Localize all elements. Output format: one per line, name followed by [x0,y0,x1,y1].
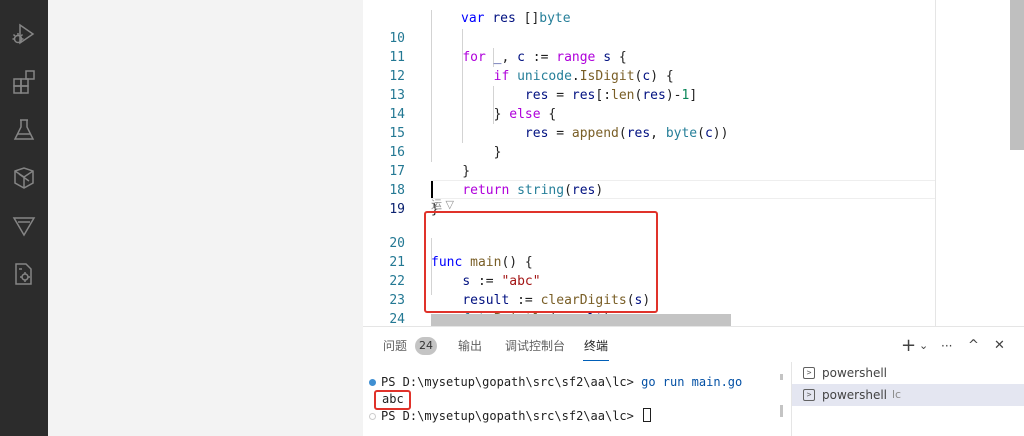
code-line: 18 } [363,162,935,217]
activity-bar [0,0,48,436]
terminal-list-item[interactable]: > powershell [792,362,1024,384]
sidebar [48,0,363,436]
highlight-box-output [374,390,411,410]
code-line: 17 return string(res) [363,143,935,198]
deploy-icon[interactable] [8,210,40,242]
horizontal-scrollbar[interactable] [431,314,731,326]
code-line: 13 } else { [363,67,935,122]
terminal-icon: > [803,389,815,401]
terminal-line: PS D:\mysetup\gopath\src\sf2\aa\lc> go r… [381,375,743,389]
text-cursor [431,181,433,198]
terminal-list-item[interactable]: > powershell lc [792,384,1024,406]
code-line: 15 } [363,105,935,160]
tab-problems[interactable]: 问题 [383,338,407,354]
highlight-box-main-func [424,211,658,313]
terminal-scroll-marker [780,374,783,380]
terminal[interactable]: PS D:\mysetup\gopath\src\sf2\aa\lc> go r… [363,373,783,436]
code-line: 14 res = append(res, byte(c)) [363,86,935,141]
run-debug-icon[interactable] [8,18,40,50]
minimap[interactable] [936,0,1010,326]
command-idle-dot [369,413,376,420]
problems-count-badge: 24 [415,337,437,355]
new-terminal-button[interactable]: + [901,335,916,357]
terminal-icon: > [803,367,815,379]
testing-icon[interactable] [8,114,40,146]
terminal-cursor [643,408,652,422]
vertical-scrollbar[interactable] [1010,0,1024,150]
terminal-scrollbar[interactable] [780,405,783,417]
remote-explorer-icon[interactable] [8,162,40,194]
terminal-line: PS D:\mysetup\gopath\src\sf2\aa\lc> [381,408,652,425]
remote-settings-icon[interactable] [8,258,40,290]
terminal-dropdown-button[interactable]: ⌄ [919,335,928,357]
maximize-panel-button[interactable]: ^ [968,335,979,357]
tab-output[interactable]: 输出 [458,338,482,354]
code-editor[interactable]: var res []byte 10 for _, c := range s { … [363,0,1024,326]
code-line: 11 if unicode.IsDigit(c) { [363,29,935,84]
code-line: 16 } [363,124,935,179]
code-line: 10 for _, c := range s { [363,10,935,65]
tab-terminal[interactable]: 终端 [584,338,608,354]
code-line: 12 res = res[:len(res)-1] [363,48,935,103]
codelens-run[interactable]: 运 ▽ [431,198,454,212]
bottom-panel: 问题 24 输出 调试控制台 终端 + ⌄ ··· ^ ✕ PS D:\myse… [363,326,1024,436]
close-panel-button[interactable]: ✕ [994,335,1005,357]
code-line-partial: var res []byte [461,11,571,26]
extensions-icon[interactable] [8,66,40,98]
more-actions-button[interactable]: ··· [941,335,952,357]
terminal-list: > powershell > powershell lc [791,362,1024,436]
command-success-dot [369,379,376,386]
active-tab-indicator [583,360,609,361]
tab-debug-console[interactable]: 调试控制台 [505,338,565,354]
